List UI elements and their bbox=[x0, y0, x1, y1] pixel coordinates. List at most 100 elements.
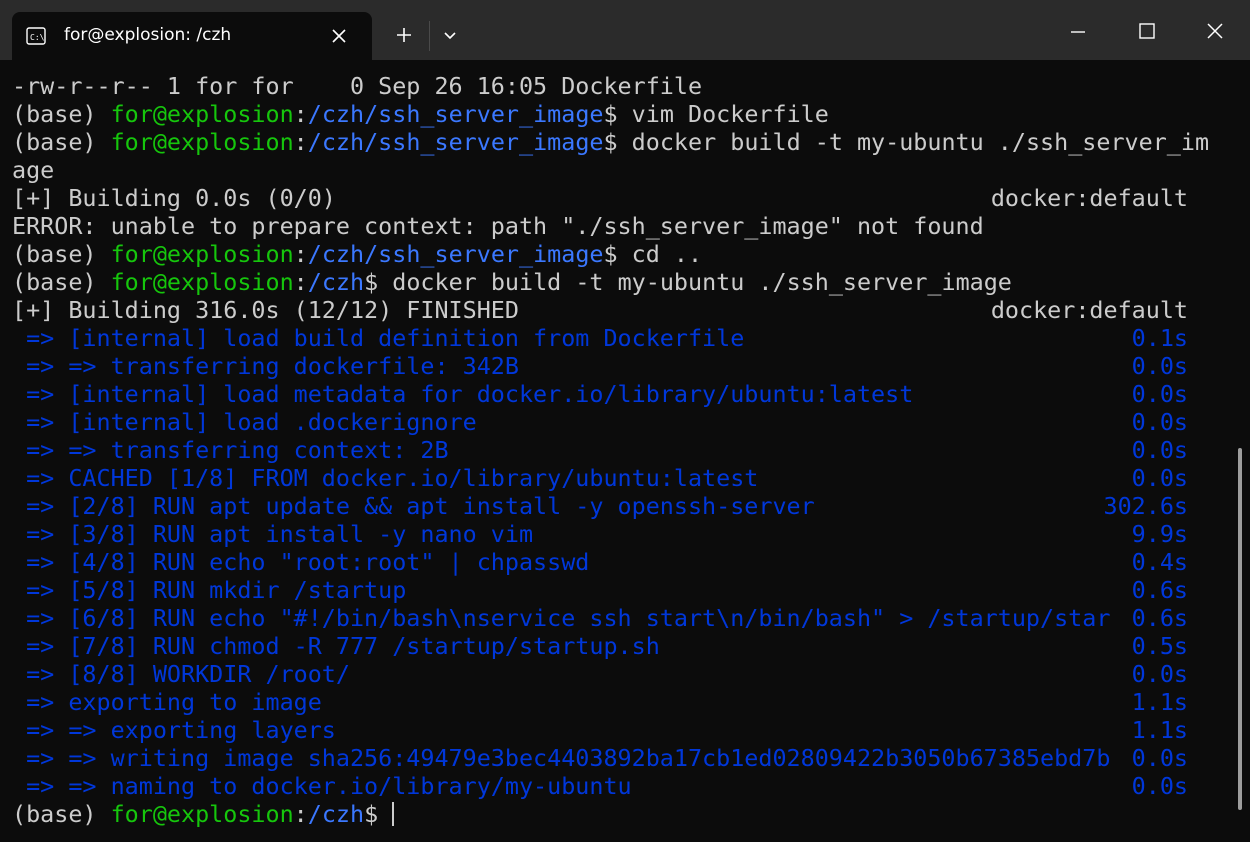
terminal-line: [+] Building 316.0s (12/12) FINISHED dock… bbox=[12, 296, 1212, 324]
build-step: => [7/8] RUN chmod -R 777 /startup/start… bbox=[12, 632, 660, 660]
terminal-line: => [5/8] RUN mkdir /startup 0.6s bbox=[12, 576, 1212, 604]
terminal-line: => => transferring dockerfile: 342B 0.0s bbox=[12, 352, 1212, 380]
minimize-icon[interactable] bbox=[1066, 20, 1090, 44]
tab-title: for@explosion: /czh bbox=[64, 25, 232, 45]
build-step-time: 1.1s bbox=[1131, 688, 1188, 716]
prompt-path: /czh bbox=[307, 800, 365, 828]
svg-text:C:\: C:\ bbox=[30, 33, 45, 42]
terminal-line: ERROR: unable to prepare context: path "… bbox=[12, 212, 1212, 240]
prompt-colon: : bbox=[293, 268, 308, 296]
build-context: docker:default bbox=[990, 296, 1188, 324]
output-text: ERROR: unable to prepare context: path "… bbox=[12, 212, 984, 240]
build-step: => [8/8] WORKDIR /root/ bbox=[12, 660, 350, 688]
build-step: => [2/8] RUN apt update && apt install -… bbox=[12, 492, 815, 520]
terminal-window: C:\ for@explosion: /czh -rw-r--r-- 1 for… bbox=[0, 0, 1250, 842]
close-icon[interactable] bbox=[1202, 18, 1228, 44]
close-icon[interactable] bbox=[328, 25, 350, 47]
build-step: => [5/8] RUN mkdir /startup bbox=[12, 576, 407, 604]
prompt-colon: : bbox=[293, 128, 308, 156]
title-bar: C:\ for@explosion: /czh bbox=[0, 0, 1250, 60]
build-step: => [3/8] RUN apt install -y nano vim bbox=[12, 520, 534, 548]
prompt-path: /czh bbox=[307, 268, 365, 296]
build-step: => => transferring dockerfile: 342B bbox=[12, 352, 519, 380]
prompt-user: for@explosion bbox=[110, 800, 294, 828]
build-context: docker:default bbox=[990, 184, 1188, 212]
prompt-dollar: $ bbox=[603, 128, 618, 156]
terminal-line: (base) for@explosion:/czh$ docker build … bbox=[12, 268, 1212, 296]
build-step-time: 0.4s bbox=[1131, 548, 1188, 576]
command-text: vim Dockerfile bbox=[617, 100, 829, 128]
terminal-line: [+] Building 0.0s (0/0) docker:default bbox=[12, 184, 1212, 212]
terminal-icon: C:\ bbox=[26, 27, 46, 45]
command-text: cd .. bbox=[617, 240, 703, 268]
build-step-time: 0.0s bbox=[1131, 352, 1188, 380]
terminal-line: (base) for@explosion:/czh/ssh_server_ima… bbox=[12, 240, 1212, 268]
terminal-line: => => exporting layers 1.1s bbox=[12, 716, 1212, 744]
build-step: => [internal] load metadata for docker.i… bbox=[12, 380, 914, 408]
prompt-path: /czh/ssh_server_image bbox=[307, 240, 604, 268]
terminal-line: => [8/8] WORKDIR /root/0.0s bbox=[12, 660, 1212, 688]
output-text: -rw-r--r-- 1 for for 0 Sep 26 16:05 Dock… bbox=[12, 72, 703, 100]
prompt-dollar: $ bbox=[603, 100, 618, 128]
terminal-line: => [internal] load metadata for docker.i… bbox=[12, 380, 1212, 408]
plus-icon[interactable] bbox=[391, 22, 417, 48]
scrollbar-thumb[interactable] bbox=[1238, 448, 1242, 810]
build-status: [+] Building 0.0s (0/0) bbox=[12, 184, 336, 212]
build-step: => [6/8] RUN echo "#!/bin/bash\nservice … bbox=[12, 604, 1111, 632]
build-step-time: 302.6s bbox=[1103, 492, 1189, 520]
prompt-user: for@explosion bbox=[110, 240, 294, 268]
build-step-time: 0.0s bbox=[1131, 772, 1188, 800]
build-step-time: 0.0s bbox=[1131, 380, 1188, 408]
prompt-dollar: $ bbox=[364, 268, 379, 296]
terminal-output[interactable]: -rw-r--r-- 1 for for 0 Sep 26 16:05 Dock… bbox=[12, 72, 1212, 834]
terminal-line: (base) for@explosion:/czh/ssh_server_ima… bbox=[12, 100, 1212, 128]
prompt-dollar: $ bbox=[364, 800, 379, 828]
prompt-env: (base) bbox=[12, 240, 111, 268]
text-cursor bbox=[392, 802, 395, 826]
terminal-line: => [6/8] RUN echo "#!/bin/bash\nservice … bbox=[12, 604, 1212, 632]
build-step: => [4/8] RUN echo "root:root" | chpasswd bbox=[12, 548, 590, 576]
prompt-env: (base) bbox=[12, 800, 111, 828]
output-text: age bbox=[12, 156, 55, 184]
terminal-line: => [7/8] RUN chmod -R 777 /startup/start… bbox=[12, 632, 1212, 660]
terminal-line: => => naming to docker.io/library/my-ubu… bbox=[12, 772, 1212, 800]
prompt-user: for@explosion bbox=[110, 128, 294, 156]
prompt-path: /czh/ssh_server_image bbox=[307, 100, 604, 128]
prompt-dollar: $ bbox=[603, 240, 618, 268]
terminal-line: => [internal] load build definition from… bbox=[12, 324, 1212, 352]
command-text: docker build -t my-ubuntu ./ssh_server_i… bbox=[617, 128, 1210, 156]
build-step-time: 0.0s bbox=[1131, 660, 1188, 688]
terminal-line: => [3/8] RUN apt install -y nano vim 9.9s bbox=[12, 520, 1212, 548]
terminal-line: age bbox=[12, 156, 1212, 184]
build-step: => => transferring context: 2B bbox=[12, 436, 449, 464]
prompt-env: (base) bbox=[12, 128, 111, 156]
terminal-line: (base) for@explosion:/czh/ssh_server_ima… bbox=[12, 128, 1212, 156]
prompt-path: /czh/ssh_server_image bbox=[307, 128, 604, 156]
terminal-line: (base) for@explosion:/czh$ bbox=[12, 800, 1212, 828]
prompt-env: (base) bbox=[12, 100, 111, 128]
maximize-icon[interactable] bbox=[1134, 18, 1160, 44]
build-step-time: 0.0s bbox=[1131, 408, 1188, 436]
prompt-colon: : bbox=[293, 100, 308, 128]
build-step-time: 0.0s bbox=[1131, 744, 1188, 772]
chevron-down-icon[interactable] bbox=[438, 24, 462, 48]
terminal-line: => exporting to image 1.1s bbox=[12, 688, 1212, 716]
tab-active[interactable]: C:\ for@explosion: /czh bbox=[12, 12, 372, 60]
build-step-time: 0.5s bbox=[1131, 632, 1188, 660]
terminal-line: => => transferring context: 2B 0.0s bbox=[12, 436, 1212, 464]
build-step-time: 0.6s bbox=[1131, 576, 1188, 604]
build-step: => => naming to docker.io/library/my-ubu… bbox=[12, 772, 632, 800]
prompt-colon: : bbox=[293, 800, 308, 828]
terminal-line: => [internal] load .dockerignore 0.0s bbox=[12, 408, 1212, 436]
tab-divider bbox=[429, 21, 430, 51]
command-text: docker build -t my-ubuntu ./ssh_server_i… bbox=[378, 268, 1012, 296]
terminal-line: => [4/8] RUN echo "root:root" | chpasswd… bbox=[12, 548, 1212, 576]
build-step-time: 1.1s bbox=[1131, 716, 1188, 744]
build-step: => => exporting layers bbox=[12, 716, 336, 744]
terminal-line: => CACHED [1/8] FROM docker.io/library/u… bbox=[12, 464, 1212, 492]
build-step-time: 0.0s bbox=[1131, 464, 1188, 492]
build-step-time: 9.9s bbox=[1131, 520, 1188, 548]
terminal-line: -rw-r--r-- 1 for for 0 Sep 26 16:05 Dock… bbox=[12, 72, 1212, 100]
prompt-user: for@explosion bbox=[110, 268, 294, 296]
prompt-colon: : bbox=[293, 240, 308, 268]
